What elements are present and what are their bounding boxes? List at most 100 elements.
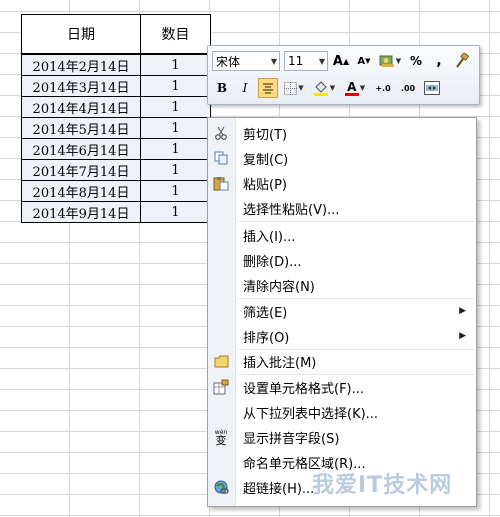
copy-icon: [213, 150, 229, 166]
table-row: 2014年7月14日 1: [21, 159, 211, 181]
menu-item-label: 复制(C): [243, 152, 289, 168]
menu-item-label: 设置单元格格式(F)...: [243, 381, 365, 397]
data-table: 日期 数目 2014年2月14日 1 2014年3月14日 1 2014年4月14日…: [21, 14, 211, 223]
decrease-decimal-button[interactable]: .00: [397, 78, 419, 98]
menu-item-label: 插入批注(M): [243, 355, 317, 371]
table-row: 2014年9月14日 1: [21, 201, 211, 223]
fill-color-icon: [313, 81, 328, 96]
menu-item-label: 清除内容(N): [243, 279, 315, 295]
font-color-button[interactable]: A ▼: [341, 78, 369, 98]
paste-icon: [213, 175, 229, 191]
comma-icon: ,: [436, 53, 442, 69]
cell-count[interactable]: 1: [140, 117, 211, 139]
menu-item-clear-contents[interactable]: 清除内容(N): [208, 273, 476, 297]
grow-font-icon: A: [332, 53, 343, 69]
align-center-button[interactable]: [258, 78, 278, 98]
cell-count[interactable]: 1: [140, 180, 211, 202]
fill-color-button[interactable]: ▼: [310, 78, 338, 98]
menu-item-label: 插入(I)...: [243, 229, 296, 245]
shrink-font-button[interactable]: A ▼: [354, 51, 374, 71]
menu-item-show-phonetic[interactable]: wén 变 显示拼音字段(S): [208, 425, 476, 449]
menu-item-label: 删除(D)...: [243, 254, 302, 270]
cell-date[interactable]: 2014年4月14日: [21, 96, 141, 118]
menu-item-pick-from-list[interactable]: 从下拉列表中选择(K)...: [208, 400, 476, 424]
comment-icon: [213, 353, 229, 369]
font-size-value: 11: [288, 54, 304, 68]
font-color-icon: A: [347, 79, 357, 94]
header-date[interactable]: 日期: [21, 14, 141, 55]
cell-date[interactable]: 2014年7月14日: [21, 159, 141, 181]
format-painter-icon: [456, 53, 470, 68]
menu-item-label: 剪切(T): [243, 127, 288, 143]
increase-decimal-icon: +.0: [375, 83, 391, 93]
menu-item-insert-comment[interactable]: 插入批注(M): [208, 349, 476, 373]
cell-count[interactable]: 1: [140, 75, 211, 97]
cell-count[interactable]: 1: [140, 201, 211, 223]
menu-item-label: 选择性粘贴(V)...: [243, 202, 340, 218]
phonetic-icon: wén 变: [213, 429, 229, 447]
italic-icon: I: [242, 81, 248, 95]
cell-date[interactable]: 2014年6月14日: [21, 138, 141, 160]
cell-date[interactable]: 2014年3月14日: [21, 75, 141, 97]
header-count[interactable]: 数目: [140, 14, 211, 55]
grow-font-button[interactable]: A ▲: [331, 51, 351, 71]
submenu-arrow-icon: ▶: [459, 331, 466, 341]
menu-item-sort[interactable]: 排序(O) ▶: [208, 324, 476, 348]
menu-item-copy[interactable]: 复制(C): [208, 146, 476, 170]
menu-item-label: 显示拼音字段(S): [243, 431, 340, 447]
menu-item-paste-special[interactable]: 选择性粘贴(V)...: [208, 196, 476, 220]
font-size-combo[interactable]: 11 ▼: [284, 51, 328, 71]
cell-date[interactable]: 2014年9月14日: [21, 201, 141, 223]
merge-center-icon: [424, 81, 440, 95]
format-painter-button[interactable]: [452, 51, 472, 71]
cell-count[interactable]: 1: [140, 159, 211, 181]
percent-style-button[interactable]: %: [406, 51, 426, 71]
table-row: 2014年6月14日 1: [21, 138, 211, 160]
watermark: 我爱IT技术网: [312, 467, 497, 515]
increase-decimal-button[interactable]: +.0: [372, 78, 394, 98]
table-row: 2014年2月14日 1: [21, 53, 211, 76]
font-name-combo[interactable]: 宋体 ▼: [212, 51, 280, 71]
merge-center-button[interactable]: [422, 78, 442, 98]
decrease-decimal-icon: .00: [400, 83, 416, 93]
cell-count[interactable]: 1: [140, 138, 211, 160]
bold-icon: B: [216, 81, 228, 95]
menu-item-cut[interactable]: 剪切(T): [208, 121, 476, 145]
cell-date[interactable]: 2014年5月14日: [21, 117, 141, 139]
format-cells-icon: [213, 379, 229, 395]
scissors-icon: [213, 125, 229, 141]
menu-item-format-cells[interactable]: 设置单元格格式(F)...: [208, 375, 476, 399]
chevron-down-icon: ▼: [270, 56, 277, 66]
bold-button[interactable]: B: [212, 78, 232, 98]
table-row: 2014年3月14日 1: [21, 75, 211, 97]
cell-date[interactable]: 2014年2月14日: [21, 53, 141, 76]
menu-item-delete[interactable]: 删除(D)...: [208, 248, 476, 272]
shrink-font-icon: A: [357, 55, 366, 67]
menu-item-paste[interactable]: 粘贴(P): [208, 171, 476, 195]
hyperlink-icon: [213, 479, 229, 495]
table-row: 2014年8月14日 1: [21, 180, 211, 202]
cell-count[interactable]: 1: [140, 96, 211, 118]
italic-button[interactable]: I: [235, 78, 255, 98]
borders-button[interactable]: ▼: [281, 78, 307, 98]
currency-icon: [379, 55, 394, 67]
cell-date[interactable]: 2014年8月14日: [21, 180, 141, 202]
mini-toolbar: 宋体 ▼ 11 ▼ A ▲ A ▼ ▼ % , B I ▼ ▼ A ▼ +.0 …: [207, 45, 480, 105]
menu-item-label: 粘贴(P): [243, 177, 287, 193]
font-name-value: 宋体: [216, 54, 241, 69]
menu-item-insert[interactable]: 插入(I)...: [208, 223, 476, 247]
context-menu: 剪切(T) 复制(C) 粘贴(P) 选择性粘贴(V)... 插入(I)... 删…: [207, 117, 477, 507]
menu-item-filter[interactable]: 筛选(E) ▶: [208, 299, 476, 323]
chevron-down-icon: ▼: [318, 56, 325, 66]
phonetic-char: 变: [215, 434, 227, 447]
table-row: 2014年5月14日 1: [21, 117, 211, 139]
menu-separator: [238, 221, 474, 222]
borders-icon: [284, 81, 298, 95]
cell-count[interactable]: 1: [140, 53, 211, 76]
menu-item-label: 排序(O): [243, 330, 290, 346]
menu-item-label: 从下拉列表中选择(K)...: [243, 406, 379, 422]
table-row: 2014年4月14日 1: [21, 96, 211, 118]
watermark-text: 我爱IT技术网: [312, 473, 453, 498]
comma-style-button[interactable]: ,: [429, 51, 449, 71]
accounting-format-button[interactable]: ▼: [377, 51, 403, 71]
